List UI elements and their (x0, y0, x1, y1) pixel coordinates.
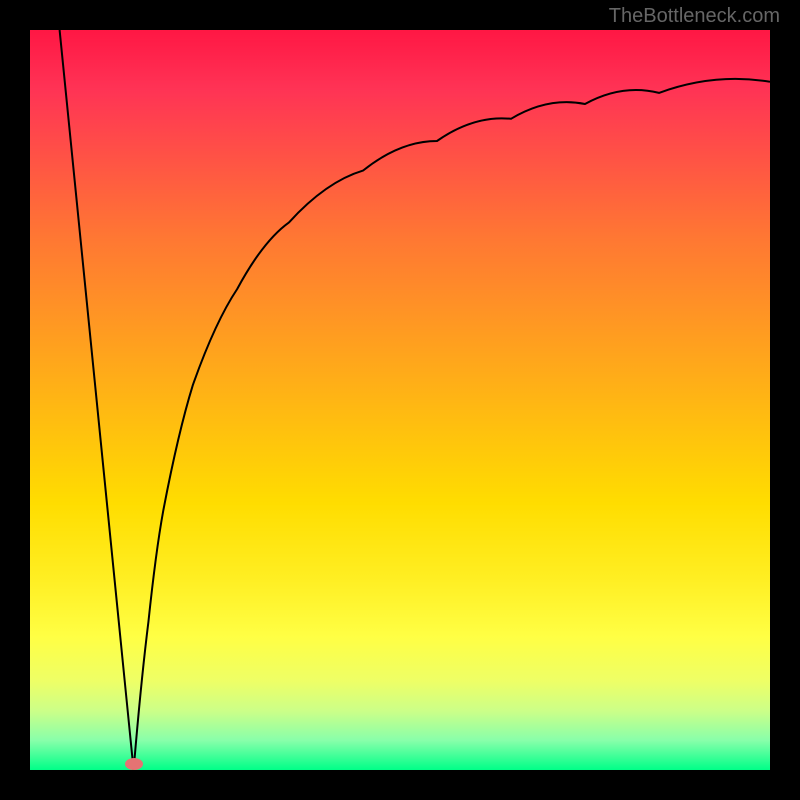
bottleneck-curve (30, 30, 770, 770)
watermark-text: TheBottleneck.com (609, 5, 780, 28)
minimum-marker (125, 758, 143, 770)
chart-area (30, 30, 770, 770)
